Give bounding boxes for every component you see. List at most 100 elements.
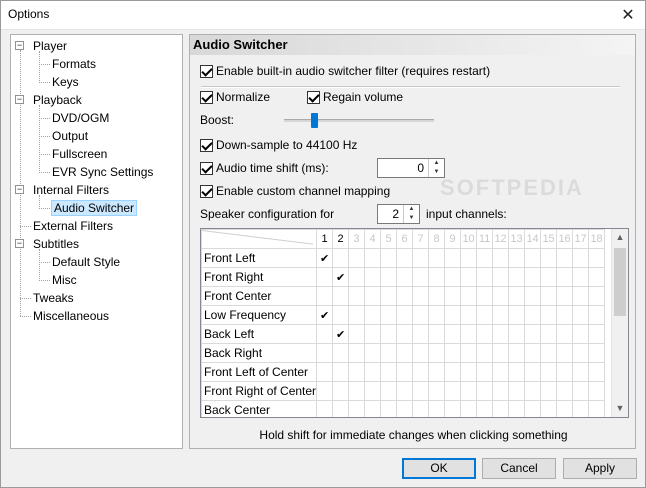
mapping-cell[interactable] (364, 400, 382, 417)
tree-item[interactable]: Playback (33, 91, 82, 109)
spin-up-icon[interactable]: ▲ (404, 205, 419, 214)
mapping-cell[interactable] (332, 286, 350, 306)
mapping-cell[interactable] (444, 343, 462, 363)
mapping-cell[interactable] (524, 381, 542, 401)
normalize-check[interactable] (200, 90, 213, 104)
mapping-cell[interactable] (348, 381, 366, 401)
mapping-cell[interactable] (332, 248, 350, 268)
mapping-cell[interactable] (588, 267, 606, 287)
speaker-config-spinner[interactable]: 2 ▲ ▼ (377, 204, 420, 224)
speaker-config-value[interactable]: 2 (392, 207, 399, 221)
mapping-cell[interactable] (588, 286, 606, 306)
mapping-cell[interactable] (524, 267, 542, 287)
regain-volume-check[interactable] (307, 90, 320, 104)
mapping-cell[interactable] (556, 248, 574, 268)
downsample-check[interactable] (200, 138, 213, 152)
mapping-cell[interactable] (316, 267, 334, 287)
mapping-cell[interactable] (348, 362, 366, 382)
mapping-cell[interactable] (380, 400, 398, 417)
mapping-cell[interactable] (332, 381, 350, 401)
mapping-cell[interactable] (556, 381, 574, 401)
mapping-cell[interactable] (316, 286, 334, 306)
mapping-cell[interactable] (444, 324, 462, 344)
apply-button[interactable]: Apply (563, 458, 637, 479)
mapping-cell[interactable] (396, 324, 414, 344)
grid-scrollbar[interactable]: ▲ ▼ (611, 229, 628, 417)
tree-item[interactable]: Keys (52, 73, 79, 91)
mapping-cell[interactable] (444, 362, 462, 382)
mapping-cell[interactable] (524, 362, 542, 382)
tree-item[interactable]: Miscellaneous (33, 307, 109, 325)
spin-up-icon[interactable]: ▲ (429, 159, 444, 168)
mapping-cell[interactable] (412, 267, 430, 287)
mapping-cell[interactable] (476, 381, 494, 401)
mapping-cell[interactable] (524, 248, 542, 268)
spin-down-icon[interactable]: ▼ (404, 214, 419, 223)
mapping-cell[interactable] (380, 248, 398, 268)
mapping-cell[interactable] (396, 267, 414, 287)
mapping-cell[interactable] (428, 286, 446, 306)
mapping-cell[interactable] (588, 343, 606, 363)
mapping-cell[interactable] (588, 305, 606, 325)
mapping-cell[interactable] (540, 248, 558, 268)
tree-item[interactable]: Tweaks (33, 289, 74, 307)
mapping-cell[interactable] (412, 305, 430, 325)
mapping-cell[interactable] (412, 324, 430, 344)
mapping-cell[interactable] (508, 305, 526, 325)
cancel-button[interactable]: Cancel (482, 458, 556, 479)
mapping-cell[interactable] (476, 286, 494, 306)
mapping-cell[interactable] (316, 324, 334, 344)
mapping-cell[interactable] (524, 324, 542, 344)
mapping-cell[interactable] (364, 248, 382, 268)
mapping-cell[interactable] (540, 362, 558, 382)
mapping-cell[interactable] (540, 267, 558, 287)
mapping-cell[interactable] (428, 381, 446, 401)
mapping-cell[interactable] (460, 267, 478, 287)
mapping-cell[interactable] (476, 324, 494, 344)
channel-mapping-grid[interactable]: 1 2 3 4 5 6 7 8 9 10 11 12 13 14 15 16 17 18 Front Left ✔ Fr… (200, 228, 629, 418)
mapping-cell[interactable] (428, 248, 446, 268)
mapping-cell[interactable] (508, 286, 526, 306)
mapping-cell[interactable] (396, 400, 414, 417)
time-shift-value[interactable]: 0 (417, 161, 424, 175)
mapping-cell[interactable] (508, 362, 526, 382)
enable-filter-checkbox[interactable]: Enable built-in audio switcher filter (r… (200, 63, 490, 79)
tree-item[interactable]: Output (52, 127, 88, 145)
mapping-cell[interactable] (364, 324, 382, 344)
mapping-cell[interactable] (508, 400, 526, 417)
mapping-cell[interactable] (412, 400, 430, 417)
mapping-cell[interactable] (476, 400, 494, 417)
mapping-cell[interactable] (476, 248, 494, 268)
time-shift-spinner[interactable]: 0 ▲ ▼ (377, 158, 445, 178)
mapping-cell[interactable] (572, 381, 590, 401)
mapping-cell[interactable] (316, 400, 334, 417)
channel-grid-table[interactable]: 1 2 3 4 5 6 7 8 9 10 11 12 13 14 15 16 17 18 Front Left ✔ Fr… (201, 229, 606, 417)
mapping-cell[interactable] (348, 343, 366, 363)
mapping-cell[interactable] (348, 324, 366, 344)
mapping-cell[interactable] (428, 343, 446, 363)
mapping-cell[interactable] (364, 381, 382, 401)
mapping-cell[interactable] (348, 248, 366, 268)
mapping-cell[interactable] (316, 381, 334, 401)
mapping-cell[interactable] (332, 362, 350, 382)
boost-slider-thumb[interactable] (311, 113, 318, 128)
mapping-cell[interactable] (588, 400, 606, 417)
mapping-cell[interactable] (492, 362, 510, 382)
mapping-cell[interactable] (540, 305, 558, 325)
mapping-cell[interactable] (556, 362, 574, 382)
mapping-cell[interactable] (444, 286, 462, 306)
tree-item[interactable]: Misc (52, 271, 77, 289)
tree-item[interactable]: Audio Switcher (50, 199, 138, 217)
mapping-cell[interactable] (556, 267, 574, 287)
ok-button[interactable]: OK (402, 458, 476, 479)
mapping-cell[interactable] (332, 343, 350, 363)
mapping-cell[interactable] (460, 286, 478, 306)
custom-mapping-checkbox[interactable]: Enable custom channel mapping (200, 183, 390, 199)
mapping-cell[interactable] (396, 248, 414, 268)
mapping-cell[interactable] (460, 362, 478, 382)
mapping-cell[interactable] (332, 305, 350, 325)
mapping-cell[interactable] (492, 343, 510, 363)
mapping-cell[interactable] (412, 343, 430, 363)
mapping-cell[interactable] (444, 248, 462, 268)
mapping-cell[interactable] (348, 267, 366, 287)
